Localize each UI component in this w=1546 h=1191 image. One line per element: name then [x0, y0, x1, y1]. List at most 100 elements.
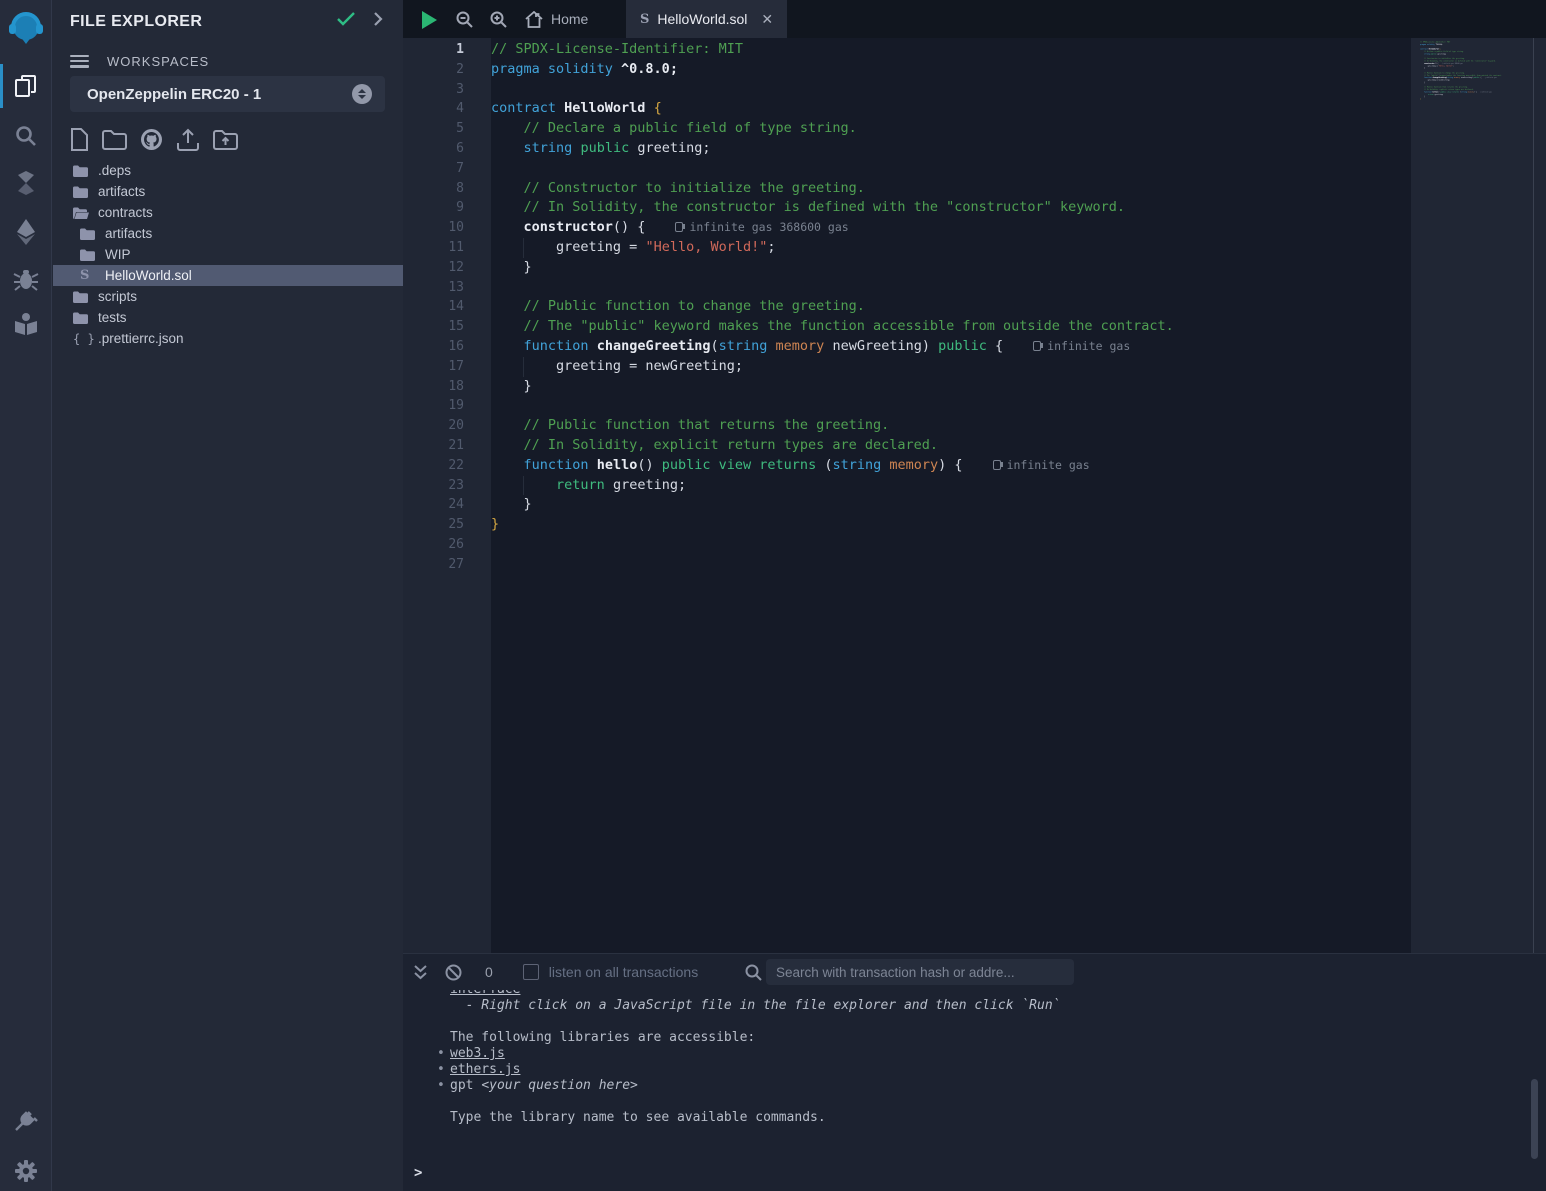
code-area[interactable]: // SPDX-License-Identifier: MITpragma so…	[491, 38, 1411, 953]
panel-header: FILE EXPLORER	[53, 0, 403, 46]
line-number: 27	[403, 555, 491, 575]
solidity-icon: S	[80, 268, 96, 283]
line-number: 5	[403, 119, 491, 139]
terminal-blank-line	[450, 1014, 1523, 1030]
terminal-blank-line	[450, 1094, 1523, 1110]
terminal-link[interactable]: web3.js	[450, 1046, 505, 1061]
minimap-region[interactable]: // SPDX-License-Identifier: MITpragma so…	[1411, 38, 1546, 953]
clear-console-icon[interactable]	[445, 964, 462, 981]
terminal-line: The following libraries are accessible:	[450, 1030, 1523, 1046]
github-icon[interactable]	[140, 128, 163, 156]
tree-item-helloworld-sol[interactable]: SHelloWorld.sol	[53, 265, 403, 286]
code-line-8: // Constructor to initialize the greetin…	[491, 179, 1411, 199]
bullet: •	[437, 1078, 450, 1094]
debugger-icon[interactable]	[0, 262, 52, 298]
gas-pump-icon	[675, 222, 683, 232]
code-line-21: // In Solidity, explicit return types ar…	[491, 436, 1411, 456]
tree-item-artifacts[interactable]: artifacts	[53, 181, 403, 202]
check-icon[interactable]	[337, 12, 355, 31]
line-number: 22	[403, 456, 491, 476]
folder-icon	[80, 249, 96, 261]
new-file-icon[interactable]	[70, 128, 89, 156]
line-number: 7	[403, 159, 491, 179]
remix-logo-icon[interactable]	[0, 6, 52, 52]
line-number: 18	[403, 377, 491, 397]
terminal-line: Type the library name to see available c…	[450, 1110, 1523, 1126]
line-number: 21	[403, 436, 491, 456]
solidity-compiler-icon[interactable]	[0, 164, 52, 202]
file-explorer-icon[interactable]	[0, 64, 52, 108]
learn-book-icon[interactable]	[0, 306, 52, 342]
tree-item-scripts[interactable]: scripts	[53, 286, 403, 307]
line-number: 8	[403, 179, 491, 199]
tree-item-label: artifacts	[105, 226, 152, 241]
tab-home-label: Home	[551, 11, 588, 27]
tree-item-artifacts[interactable]: artifacts	[53, 223, 403, 244]
chevron-right-icon[interactable]	[373, 12, 383, 31]
line-number: 14	[403, 297, 491, 317]
workspace-select[interactable]: OpenZeppelin ERC20 - 1	[70, 76, 385, 112]
collapse-terminal-icon[interactable]	[413, 964, 428, 980]
line-number: 25	[403, 515, 491, 535]
upload-file-icon[interactable]	[176, 128, 200, 156]
terminal-search-icon	[745, 964, 762, 981]
line-number: 23	[403, 476, 491, 496]
line-number: 19	[403, 396, 491, 416]
line-number: 13	[403, 278, 491, 298]
search-icon[interactable]	[0, 118, 52, 154]
terminal-link[interactable]: interface	[450, 990, 520, 997]
terminal-prompt[interactable]: >	[414, 1165, 422, 1181]
home-icon	[525, 11, 543, 28]
line-number: 17	[403, 357, 491, 377]
file-explorer-toolbar	[70, 128, 238, 156]
tree-item-wip[interactable]: WIP	[53, 244, 403, 265]
tab-file-label: HelloWorld.sol	[657, 11, 747, 27]
code-line-14: // Public function to change the greetin…	[491, 297, 1411, 317]
line-number: 1	[403, 40, 491, 60]
tree-item-contracts[interactable]: contracts	[53, 202, 403, 223]
tree-item--deps[interactable]: .deps	[53, 160, 403, 181]
code-line-3	[491, 80, 1411, 100]
listen-transactions-checkbox[interactable]	[523, 964, 539, 980]
line-number: 12	[403, 258, 491, 278]
close-tab-icon[interactable]: ✕	[761, 11, 773, 28]
code-line-17: greeting = newGreeting;	[491, 357, 1411, 377]
terminal-link[interactable]: ethers.js	[450, 1062, 520, 1077]
upload-folder-icon[interactable]	[213, 129, 238, 155]
terminal-line: interface	[450, 990, 1523, 998]
code-line-6: string public greeting;	[491, 139, 1411, 159]
line-number: 9	[403, 198, 491, 218]
line-number: 20	[403, 416, 491, 436]
workspaces-menu-icon[interactable]	[70, 55, 89, 68]
folder-icon	[73, 186, 89, 198]
deploy-run-icon[interactable]	[0, 212, 52, 252]
remix-ide-window: FILE EXPLORER WORKSPACES OpenZeppelin ER…	[0, 0, 1546, 1191]
line-number: 16	[403, 337, 491, 357]
folder-icon	[80, 228, 96, 240]
tree-item-tests[interactable]: tests	[53, 307, 403, 328]
tree-item--prettierrc-json[interactable]: { }.prettierrc.json	[53, 328, 403, 349]
code-line-22: function hello() public view returns (st…	[491, 456, 1411, 476]
zoom-out-icon[interactable]	[456, 11, 473, 33]
line-number: 3	[403, 80, 491, 100]
settings-gear-icon[interactable]	[0, 1154, 52, 1188]
line-number: 2	[403, 60, 491, 80]
zoom-in-icon[interactable]	[490, 11, 507, 33]
scrollbar-separator	[1533, 38, 1534, 953]
plugin-manager-icon[interactable]	[0, 1104, 52, 1138]
run-script-button[interactable]	[422, 11, 437, 29]
bullet: •	[437, 1062, 450, 1078]
tree-item-label: tests	[98, 310, 127, 325]
code-line-12: }	[491, 258, 1411, 278]
tab-home[interactable]: Home	[511, 0, 602, 38]
code-line-15: // The "public" keyword makes the functi…	[491, 317, 1411, 337]
activity-bar	[0, 0, 52, 1191]
workspace-switch-icon[interactable]	[352, 84, 372, 104]
terminal-scrollbar-thumb[interactable]	[1531, 1079, 1538, 1159]
terminal-search-input[interactable]	[766, 959, 1074, 985]
code-editor[interactable]: 1234567891011121314151617181920212223242…	[403, 38, 1546, 953]
minimap[interactable]: // SPDX-License-Identifier: MITpragma so…	[1420, 41, 1530, 161]
tab-helloworld[interactable]: S HelloWorld.sol ✕	[626, 0, 787, 38]
editor-column: Home S HelloWorld.sol ✕ 1234567891011121…	[403, 0, 1546, 1191]
new-folder-icon[interactable]	[102, 129, 127, 155]
